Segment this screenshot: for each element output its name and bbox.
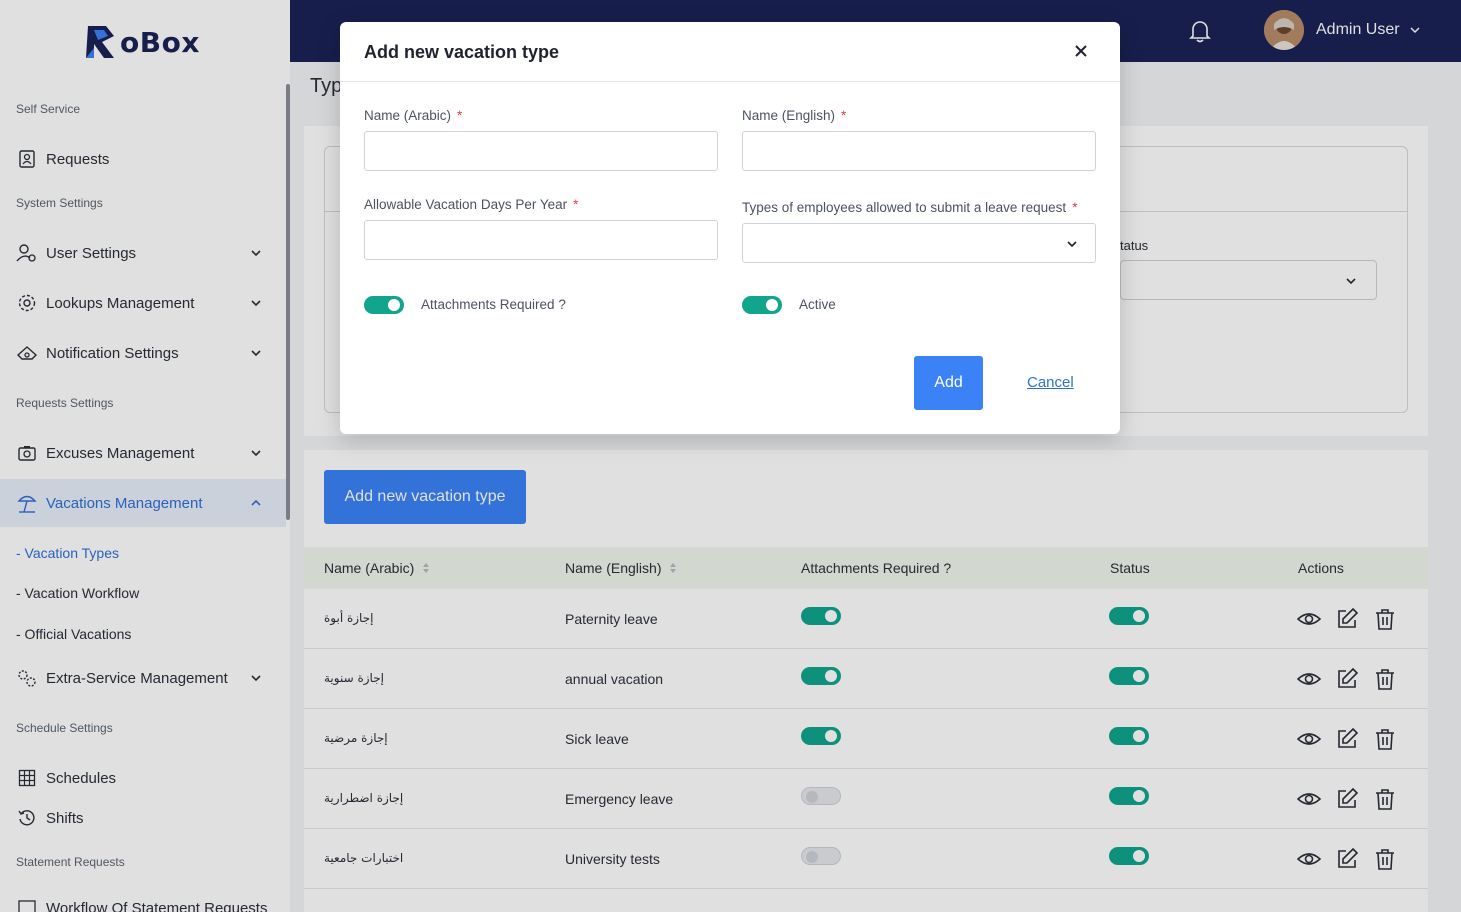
toggle-knob xyxy=(388,299,400,311)
name-english-label: Name (English) * xyxy=(742,108,846,123)
vacation-days-input[interactable] xyxy=(364,220,718,260)
name-arabic-label: Name (Arabic) * xyxy=(364,108,462,123)
days-label: Allowable Vacation Days Per Year * xyxy=(364,197,578,212)
modal-title: Add new vacation type xyxy=(364,42,560,62)
label-text: Name (English) xyxy=(742,108,836,123)
cancel-link[interactable]: Cancel xyxy=(1027,374,1074,391)
attachments-required-toggle[interactable] xyxy=(364,296,404,314)
attachments-required-label: Attachments Required ? xyxy=(421,297,566,312)
required-mark: * xyxy=(457,108,463,123)
active-label: Active xyxy=(799,297,836,312)
add-button[interactable]: Add xyxy=(914,356,983,410)
active-toggle[interactable] xyxy=(742,296,782,314)
label-text: Types of employees allowed to submit a l… xyxy=(742,200,1067,215)
close-icon[interactable] xyxy=(1070,40,1092,62)
add-vacation-type-modal: Add new vacation type Name (Arabic) * Nam… xyxy=(340,22,1120,434)
employee-types-select[interactable] xyxy=(742,223,1096,263)
chevron-down-icon xyxy=(1067,241,1077,248)
label-text: Name (Arabic) xyxy=(364,108,452,123)
toggle-knob xyxy=(766,299,778,311)
required-mark: * xyxy=(1072,200,1078,215)
required-mark: * xyxy=(573,197,579,212)
name-english-input[interactable] xyxy=(742,131,1096,171)
name-arabic-input[interactable] xyxy=(364,131,718,171)
label-text: Allowable Vacation Days Per Year xyxy=(364,197,568,212)
required-mark: * xyxy=(841,108,847,123)
employee-types-label: Types of employees allowed to submit a l… xyxy=(742,200,1077,215)
divider xyxy=(340,81,1120,82)
